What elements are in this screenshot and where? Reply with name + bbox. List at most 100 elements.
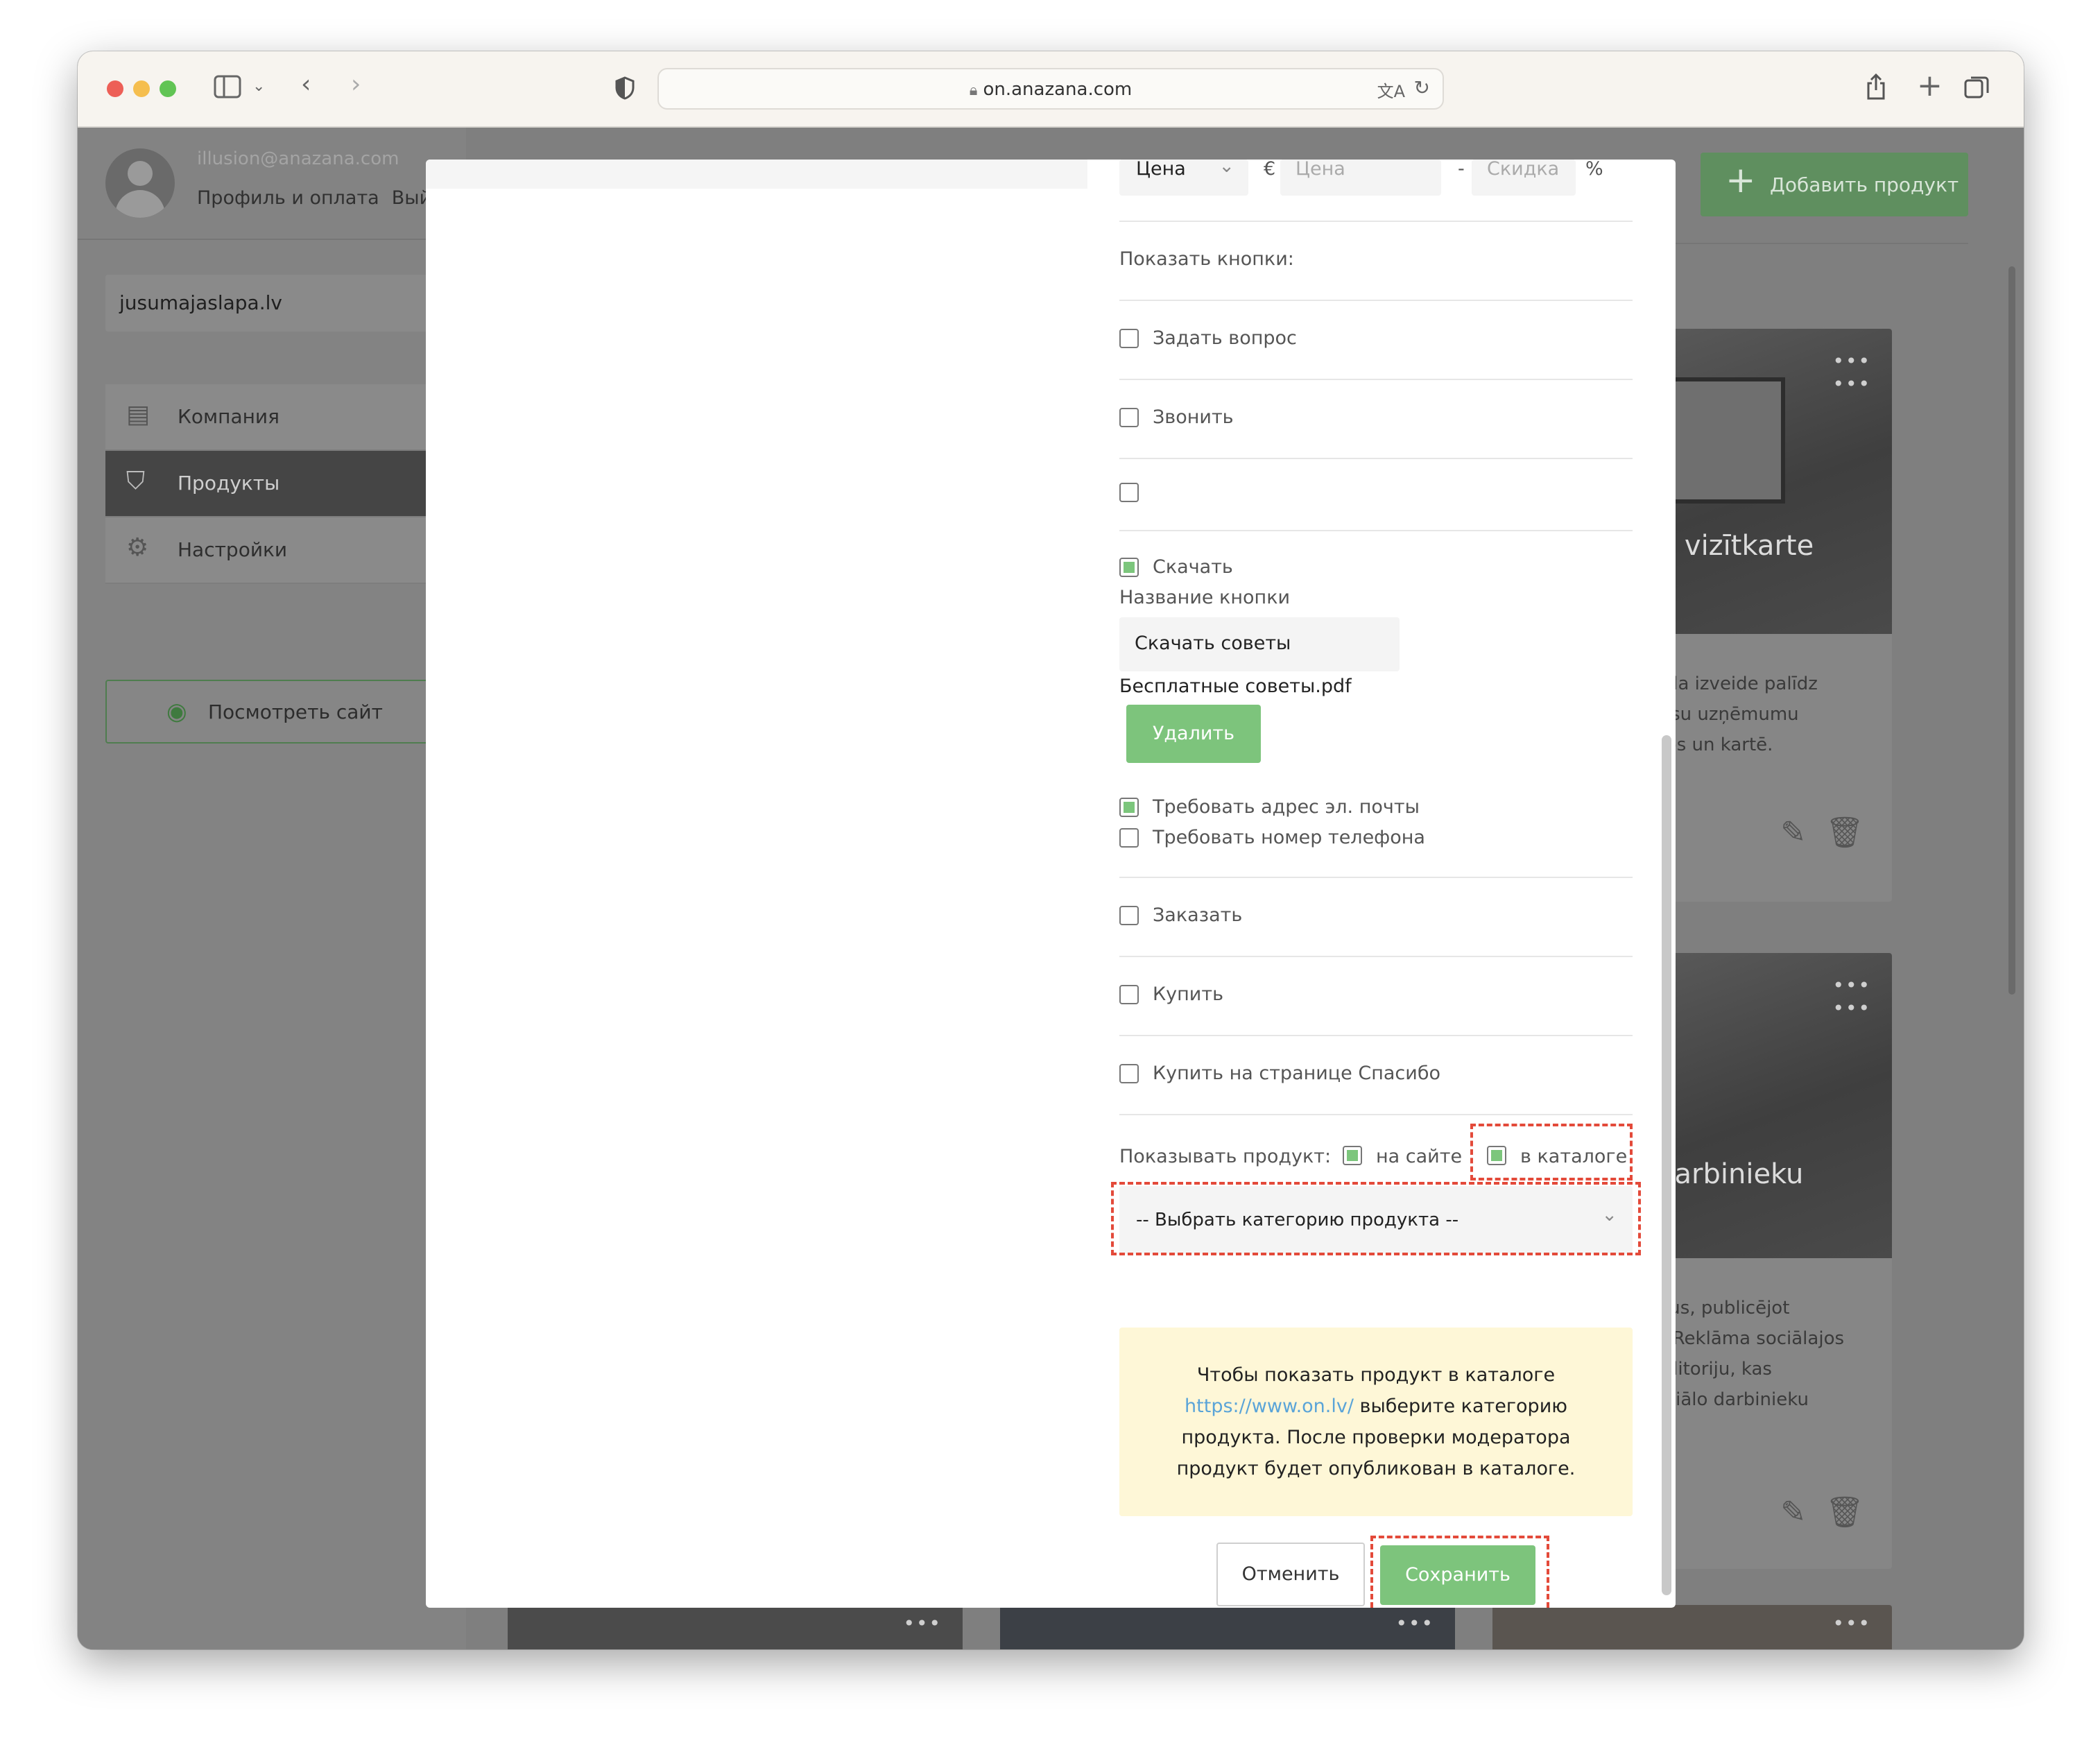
catalog-link[interactable]: https://www.on.lv/ <box>1185 1395 1354 1417</box>
profile-link[interactable]: Профиль и оплата <box>197 187 379 209</box>
button-name-input[interactable]: Скачать советы <box>1119 617 1400 671</box>
back-icon[interactable]: ‹ <box>301 72 311 97</box>
trash-icon[interactable]: 🗑︎ <box>1825 1495 1864 1530</box>
attached-file-name: Бесплатные советы.pdf <box>1119 676 1352 697</box>
minimize-window-button[interactable] <box>133 80 150 97</box>
tab-overview-icon[interactable] <box>1964 75 1989 105</box>
price-input[interactable]: Цена <box>1280 160 1441 196</box>
require-email-checkbox[interactable] <box>1119 798 1139 817</box>
divider <box>1119 300 1633 301</box>
divider <box>1119 1035 1633 1036</box>
reload-icon[interactable]: ↻ <box>1414 76 1430 99</box>
plus-icon: + <box>1725 160 1756 201</box>
shopping-bag-icon: ⛉ <box>126 467 146 495</box>
product-card[interactable]: ••• <box>1492 1605 1892 1649</box>
buy-thanks-checkbox[interactable] <box>1119 1064 1139 1083</box>
price-type-select[interactable]: Цена ⌄ <box>1119 160 1248 196</box>
show-on-site-label: на сайте <box>1376 1146 1463 1167</box>
buy-checkbox[interactable] <box>1119 985 1139 1004</box>
order-checkbox[interactable] <box>1119 906 1139 925</box>
gear-icon: ⚙ <box>126 533 149 562</box>
product-card[interactable]: ••• <box>1000 1605 1455 1649</box>
url-text: on.anazana.com <box>983 79 1133 100</box>
divider <box>78 239 466 240</box>
divider <box>1119 221 1633 222</box>
avatar[interactable] <box>105 148 175 218</box>
order-label: Заказать <box>1153 904 1243 926</box>
divider <box>1119 1114 1633 1115</box>
view-site-button[interactable]: ◉ Посмотреть сайт <box>105 680 441 744</box>
zoom-window-button[interactable] <box>160 80 176 97</box>
add-product-button[interactable]: + Добавить продукт <box>1701 153 1968 216</box>
download-checkbox[interactable] <box>1119 558 1139 577</box>
drag-handle-icon[interactable]: ••• <box>1832 1612 1871 1635</box>
divider <box>1119 877 1633 878</box>
buy-label: Купить <box>1153 984 1223 1005</box>
chevron-down-icon: ⌄ <box>1219 160 1234 177</box>
close-window-button[interactable] <box>107 80 123 97</box>
sidebar-item-settings[interactable]: ⚙ Настройки <box>105 517 438 584</box>
forward-icon[interactable]: › <box>351 72 361 97</box>
site-select[interactable]: jusumajaslapa.lv ⌄ <box>105 275 438 332</box>
browser-window: ⌄ ‹ › 🔒︎ on.anazana.com 文A ↻ + illusion@a… <box>78 51 2024 1649</box>
chevron-down-icon[interactable]: ⌄ <box>252 79 265 94</box>
user-email: illusion@anazana.com <box>197 148 399 169</box>
call-checkbox[interactable] <box>1119 408 1139 427</box>
download-label: Скачать <box>1153 556 1233 578</box>
lock-icon: 🔒︎ <box>969 82 978 99</box>
drag-handle-icon[interactable]: ••• ••• <box>1832 350 1871 395</box>
show-buttons-label: Показать кнопки: <box>1119 248 1294 270</box>
site-select-value: jusumajaslapa.lv <box>119 291 282 314</box>
sidebar-item-company[interactable]: ▤ Компания <box>105 384 438 451</box>
drag-handle-icon[interactable]: ••• ••• <box>1832 974 1871 1020</box>
edit-product-modal: Цена ⌄ € Цена - Скидка % Показать кнопки… <box>426 160 1676 1608</box>
range-dash: - <box>1458 160 1465 180</box>
require-phone-checkbox[interactable] <box>1119 828 1139 848</box>
button-name-label: Название кнопки <box>1119 587 1291 608</box>
percent-symbol: % <box>1585 160 1603 180</box>
highlight-catalog <box>1470 1124 1633 1180</box>
eye-icon: ◉ <box>166 698 187 725</box>
trash-icon[interactable]: 🗑︎ <box>1825 815 1864 850</box>
highlight-category <box>1111 1182 1641 1255</box>
add-product-label: Добавить продукт <box>1770 173 1959 196</box>
require-email-label: Требовать адрес эл. почты <box>1153 796 1420 818</box>
modal-scrollbar[interactable] <box>1662 735 1671 1595</box>
sidebar-item-products[interactable]: ⛉ Продукты <box>105 451 438 517</box>
new-tab-icon[interactable]: + <box>1917 71 1943 101</box>
translate-icon[interactable]: 文A <box>1377 78 1405 102</box>
sidebar-item-label: Настройки <box>178 538 288 561</box>
drag-handle-icon[interactable]: ••• <box>903 1612 942 1635</box>
share-icon[interactable] <box>1866 73 1886 105</box>
divider <box>1119 530 1633 531</box>
sidebar-toggle-icon[interactable] <box>214 75 241 103</box>
chat-icon: ▤ <box>126 400 150 429</box>
edit-icon[interactable]: ✎ <box>1780 1495 1806 1530</box>
modal-left-panel <box>426 160 1087 189</box>
sidebar-nav: ▤ Компания ⛉ Продукты ⚙ Настройки <box>105 384 438 584</box>
buy-thanks-label: Купить на странице Спасибо <box>1153 1063 1440 1084</box>
page-scrollbar[interactable] <box>2008 266 2015 995</box>
require-phone-label: Требовать номер телефона <box>1153 827 1425 848</box>
ask-question-checkbox[interactable] <box>1119 329 1139 348</box>
call-label: Звонить <box>1153 406 1234 428</box>
discount-input[interactable]: Скидка <box>1472 160 1576 196</box>
show-product-label: Показывать продукт: <box>1119 1146 1332 1167</box>
delete-file-button[interactable]: Удалить <box>1126 705 1261 763</box>
edit-icon[interactable]: ✎ <box>1780 815 1806 850</box>
drag-handle-icon[interactable]: ••• <box>1395 1612 1434 1635</box>
address-bar[interactable]: 🔒︎ on.anazana.com 文A ↻ <box>657 68 1444 110</box>
currency-symbol: € <box>1264 160 1276 180</box>
cancel-button[interactable]: Отменить <box>1216 1543 1365 1606</box>
unlabeled-option-checkbox[interactable] <box>1119 483 1139 502</box>
ask-question-label: Задать вопрос <box>1153 327 1297 349</box>
sidebar: illusion@anazana.com Профиль и оплата Вый… <box>78 128 466 1649</box>
divider <box>1119 458 1633 459</box>
sidebar-item-label: Продукты <box>178 472 280 495</box>
catalog-notice: Чтобы показать продукт в каталоге https:… <box>1119 1328 1633 1516</box>
browser-toolbar: ⌄ ‹ › 🔒︎ on.anazana.com 文A ↻ + <box>78 51 2024 128</box>
show-on-site-checkbox[interactable] <box>1343 1146 1362 1165</box>
view-site-label: Посмотреть сайт <box>208 701 383 723</box>
product-card[interactable]: ••• <box>508 1605 963 1649</box>
privacy-shield-icon[interactable] <box>614 76 635 105</box>
